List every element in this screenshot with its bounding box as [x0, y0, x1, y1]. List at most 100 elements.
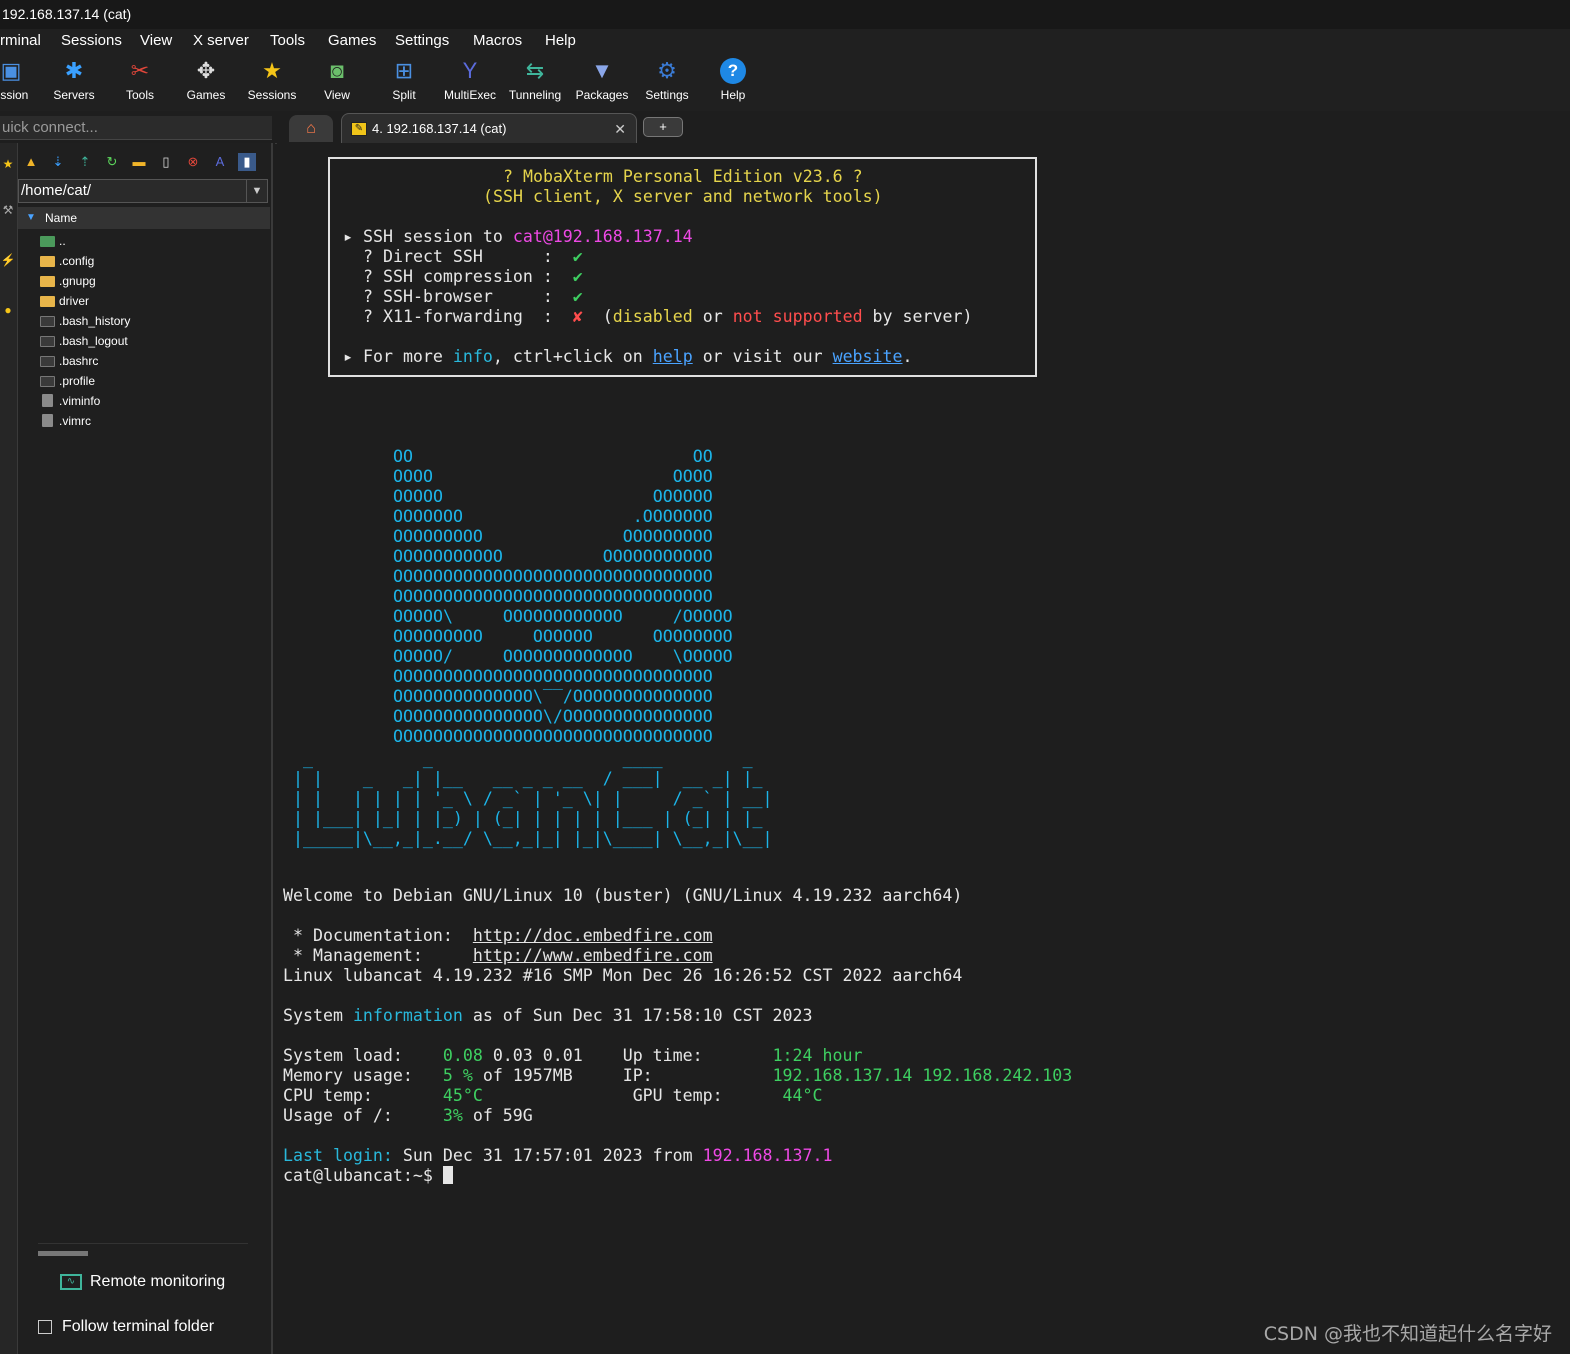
divider [38, 1243, 248, 1244]
website-link[interactable]: website [833, 347, 903, 366]
menu-settings[interactable]: Settings [395, 29, 449, 53]
list-item[interactable]: .config [40, 251, 270, 271]
management-link[interactable]: http://www.embedfire.com [473, 946, 713, 965]
menu-macros[interactable]: Macros [473, 29, 522, 53]
list-item[interactable]: .vimrc [40, 411, 270, 431]
settings-icon: ⚙ [657, 58, 677, 83]
help-button[interactable]: ? Help [700, 53, 766, 109]
banner-ssh-browser: ? SSH-browser : ✔ [363, 287, 583, 306]
watermark: CSDN @我也不知道起什么名字好 [1263, 1323, 1552, 1345]
list-item[interactable]: driver [40, 291, 270, 311]
chevron-down-icon[interactable]: ▼ [246, 180, 267, 202]
ascii-logo-line: |_____|\__,_|_.__/ \__,_|_| |_|\____| \_… [293, 829, 773, 848]
documentation-link[interactable]: http://doc.embedfire.com [473, 926, 713, 945]
split-button[interactable]: ⊞ Split [371, 53, 437, 109]
macros-tab-icon[interactable]: ⚡ [0, 253, 16, 273]
follow-terminal-folder-checkbox[interactable]: Follow terminal folder [38, 1318, 214, 1336]
list-item[interactable]: .gnupg [40, 271, 270, 291]
menu-xserver[interactable]: X server [193, 29, 249, 53]
list-item[interactable]: .viminfo [40, 391, 270, 411]
upload-icon[interactable]: ⇡ [76, 153, 94, 171]
ascii-art-line: OOOOOOO .OOOOOOO [393, 507, 713, 526]
list-item[interactable]: .bashrc [40, 351, 270, 371]
settings-button[interactable]: ⚙ Settings [634, 53, 700, 109]
terminal-file-icon [40, 356, 55, 367]
new-tab-button[interactable]: + [643, 117, 683, 137]
tunneling-button[interactable]: ⇆ Tunneling [502, 53, 568, 109]
menu-sessions[interactable]: Sessions [61, 29, 122, 53]
list-item[interactable]: .. [40, 231, 270, 251]
download-icon[interactable]: ⇣ [49, 153, 67, 171]
ascii-art-line: OOOOOOOOO OOOOOOOOO [393, 527, 713, 546]
path-input[interactable]: /home/cat/ ▼ [18, 179, 268, 203]
ascii-art-line: OOOOOOOOOOOOOO\‾‾/OOOOOOOOOOOOOO [393, 687, 713, 706]
rename-icon[interactable]: A [211, 153, 229, 171]
file-toolbar: ▲ ⇣ ⇡ ↻ ▬ ▯ ⊗ A ▮ [18, 151, 272, 173]
sessions-button[interactable]: ★ Sessions [239, 53, 305, 109]
servers-button[interactable]: ✱ Servers [41, 53, 107, 109]
packages-button[interactable]: ▼ Packages [569, 53, 635, 109]
menu-view[interactable]: View [140, 29, 172, 53]
sort-arrow-icon: ▼ [26, 212, 36, 223]
quick-connect-input[interactable]: uick connect... [0, 116, 272, 140]
tools-icon: ✂ [130, 58, 150, 83]
parent-folder-icon[interactable]: ▲ [22, 153, 40, 171]
last-login-line: Last login: Sun Dec 31 17:57:01 2023 fro… [283, 1146, 833, 1165]
list-item[interactable]: .bash_logout [40, 331, 270, 351]
home-tab[interactable]: ⌂ [289, 115, 333, 142]
panel-icon[interactable]: ▮ [238, 153, 256, 171]
refresh-icon[interactable]: ↻ [103, 153, 121, 171]
menu-tools[interactable]: Tools [270, 29, 305, 53]
help-link[interactable]: help [653, 347, 693, 366]
help-icon: ? [720, 58, 746, 84]
terminal-output[interactable]: ? MobaXterm Personal Edition v23.6 ? (SS… [277, 143, 1570, 1354]
servers-icon: ✱ [64, 58, 84, 83]
terminal-tab-icon: ✎ [351, 122, 367, 136]
sftp-tab-icon[interactable]: ● [0, 303, 16, 323]
prompt-line[interactable]: cat@lubancat:~$ [283, 1166, 453, 1186]
tab-session-4[interactable]: ✎ 4. 192.168.137.14 (cat) ✕ [341, 113, 637, 143]
delete-icon[interactable]: ⊗ [184, 153, 202, 171]
tools-tab-icon[interactable]: ⚒ [0, 203, 16, 223]
banner-subtitle: (SSH client, X server and network tools) [483, 187, 883, 206]
banner-ssh-line: ▸ SSH session to cat@192.168.137.14 [343, 227, 693, 246]
file-list: .. .config .gnupg driver .bash_history .… [40, 231, 270, 431]
multiexec-button[interactable]: Y MultiExec [437, 53, 503, 109]
menu-games[interactable]: Games [328, 29, 376, 53]
main-toolbar: ▣ ession ✱ Servers ✂ Tools ✥ Games ★ Ses… [0, 53, 1570, 111]
checkbox[interactable] [38, 1319, 52, 1334]
memory-usage-line: Memory usage: 5 % of 1957MB IP: 192.168.… [283, 1066, 1073, 1085]
remote-monitoring-button[interactable]: ∿ Remote monitoring [60, 1273, 225, 1291]
terminal-file-icon [40, 336, 55, 347]
folder-icon [40, 296, 55, 307]
menu-bar: rminal Sessions View X server Tools Game… [0, 29, 1570, 53]
monitor-icon: ∿ [60, 1273, 82, 1290]
view-button[interactable]: ◙ View [304, 53, 370, 109]
ascii-art-line: OOOOOOOOOOOOOOO\/OOOOOOOOOOOOOOO [393, 707, 713, 726]
disk-usage-line: Usage of /: 3% of 59G [283, 1106, 533, 1125]
ascii-art-line: OOOOOOOOO OOOOOO OOOOOOOO [393, 627, 733, 646]
ascii-art-line: OOOOOOOOOOOOOOOOOOOOOOOOOOOOOOOO [393, 727, 713, 746]
list-item[interactable]: .profile [40, 371, 270, 391]
view-icon: ◙ [330, 58, 344, 83]
new-folder-icon[interactable]: ▬ [130, 153, 148, 171]
resize-handle[interactable] [38, 1251, 88, 1256]
management-line: * Management: http://www.embedfire.com [283, 946, 713, 965]
ascii-art-line: OOOOOOOOOOOOOOOOOOOOOOOOOOOOOOOO [393, 587, 713, 606]
new-file-icon[interactable]: ▯ [157, 153, 175, 171]
cpu-temp-line: CPU temp: 45°C GPU temp: 44°C [283, 1086, 823, 1105]
ascii-art-line: OOOOO/ OOOOOOOOOOOOO \OOOOO [393, 647, 733, 666]
document-icon [42, 414, 53, 427]
close-icon[interactable]: ✕ [614, 114, 626, 144]
ascii-art-line: OOOOOOOOOOOOOOOOOOOOOOOOOOOOOOOO [393, 567, 713, 586]
file-list-header[interactable]: ▼ Name [18, 207, 270, 229]
folder-icon [40, 256, 55, 267]
menu-help[interactable]: Help [545, 29, 576, 53]
sessions-star-icon[interactable]: ★ [0, 157, 16, 177]
menu-terminal[interactable]: rminal [0, 29, 41, 53]
home-icon: ⌂ [306, 120, 316, 137]
tools-button[interactable]: ✂ Tools [107, 53, 173, 109]
session-button[interactable]: ▣ ession [0, 53, 44, 109]
games-button[interactable]: ✥ Games [173, 53, 239, 109]
list-item[interactable]: .bash_history [40, 311, 270, 331]
